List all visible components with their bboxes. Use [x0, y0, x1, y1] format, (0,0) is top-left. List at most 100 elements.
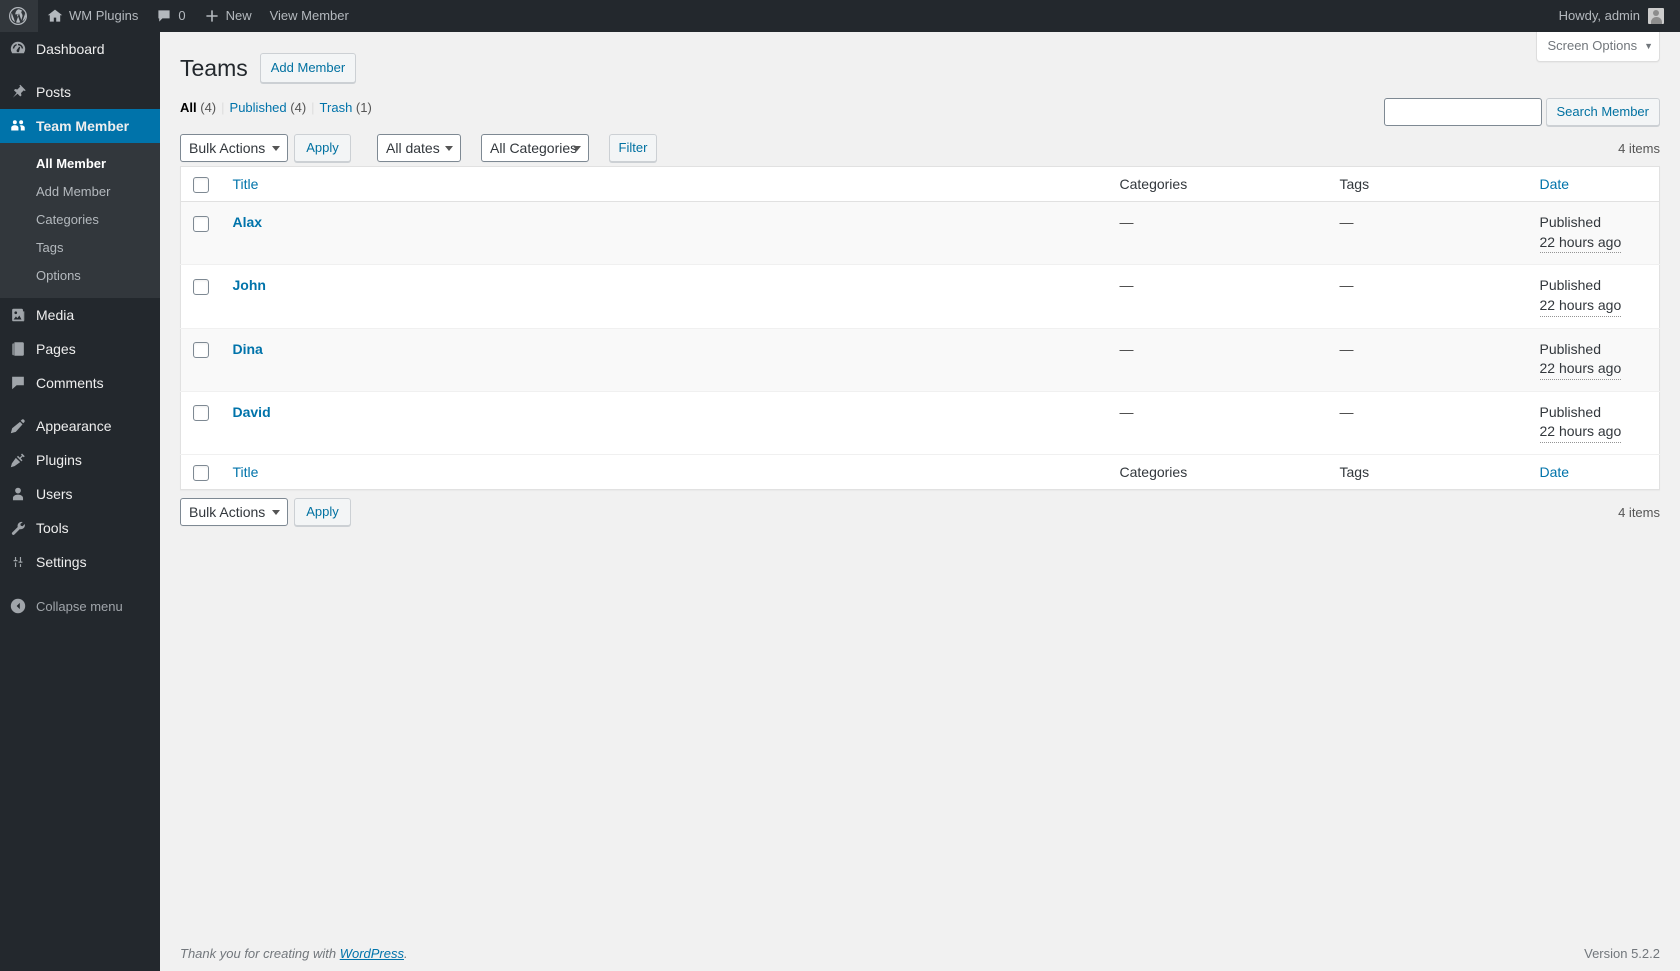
menu-separator	[0, 66, 160, 75]
sidebar-item-settings[interactable]: Settings	[0, 545, 160, 579]
submenu-item-tags[interactable]: Tags	[0, 234, 160, 262]
row-checkbox[interactable]	[193, 215, 209, 232]
row-status: Published	[1539, 340, 1602, 357]
row-categories-value: —	[1119, 277, 1134, 294]
view-divider: |	[311, 100, 315, 115]
select-all-checkbox-bottom[interactable]	[193, 465, 209, 482]
site-name-label: WM Plugins	[69, 8, 139, 23]
row-title-link[interactable]: Dina	[233, 341, 263, 357]
row-tags-cell: —	[1329, 391, 1530, 456]
row-categories-value: —	[1119, 214, 1134, 231]
row-tags-value: —	[1339, 214, 1354, 231]
sidebar-item-tools[interactable]: Tools	[0, 511, 160, 545]
row-title-link[interactable]: Alax	[233, 214, 263, 230]
column-header-title: Title	[222, 166, 1110, 203]
sort-by-date-top[interactable]: Date	[1540, 176, 1570, 192]
sidebar-item-posts[interactable]: Posts	[0, 75, 160, 109]
bulk-actions-select-top[interactable]: Bulk Actions	[180, 134, 288, 162]
table-row: Dina — — Published 22 hours ago	[180, 328, 1660, 392]
sidebar-item-team-member[interactable]: Team Member	[0, 109, 168, 143]
sidebar-item-comments[interactable]: Comments	[0, 366, 160, 400]
submenu-item-all-member[interactable]: All Member	[0, 150, 160, 178]
view-link-trash-item: Trash (1)	[320, 95, 372, 121]
category-filter-select[interactable]: All Categories	[481, 134, 589, 162]
apply-button-bottom[interactable]: Apply	[294, 498, 351, 527]
sidebar-item-plugins[interactable]: Plugins	[0, 443, 160, 477]
page-title-row: Teams Add Member	[180, 32, 1660, 87]
group-icon	[0, 117, 36, 135]
row-title-link[interactable]: David	[233, 404, 271, 420]
comments-bubble-button[interactable]: 0	[147, 0, 194, 32]
admin-content-area: Screen Options ▼ Teams Add Member All (4)…	[160, 32, 1680, 971]
sidebar-item-media[interactable]: Media	[0, 298, 160, 332]
wordpress-logo-button[interactable]	[0, 0, 38, 32]
date-filter-select[interactable]: All dates	[377, 134, 461, 162]
sidebar-item-appearance[interactable]: Appearance	[0, 409, 160, 443]
sort-by-title-top[interactable]: Title	[233, 176, 259, 192]
view-link-trash[interactable]: Trash	[320, 100, 353, 115]
row-checkbox[interactable]	[193, 341, 209, 358]
search-input[interactable]	[1383, 98, 1542, 126]
plus-icon	[204, 8, 220, 24]
collapse-menu-label: Collapse menu	[36, 598, 123, 614]
view-count-published: (4)	[290, 100, 307, 115]
submenu-item-add-member[interactable]: Add Member	[0, 178, 160, 206]
new-content-menu[interactable]: New	[195, 0, 261, 32]
sort-by-title-bottom[interactable]: Title	[233, 464, 259, 480]
wp-admin-screen: WM Plugins 0 New View Member Howdy, admi…	[0, 0, 1680, 971]
bulk-actions-value: Bulk Actions	[189, 504, 266, 521]
table-row: David — — Published 22 hours ago	[180, 391, 1660, 456]
bulk-actions-select-bottom[interactable]: Bulk Actions	[180, 498, 288, 527]
row-tags-value: —	[1339, 340, 1354, 357]
row-date-cell: Published 22 hours ago	[1529, 328, 1660, 392]
view-member-link[interactable]: View Member	[261, 0, 358, 32]
footer-thanks-prefix: Thank you for creating with	[180, 946, 340, 961]
column-footer-tags: Tags	[1329, 454, 1530, 490]
row-status: Published	[1539, 403, 1602, 420]
view-member-label: View Member	[269, 8, 349, 23]
sidebar-item-dashboard[interactable]: Dashboard	[0, 32, 160, 66]
site-name-menu[interactable]: WM Plugins	[38, 0, 147, 32]
bulk-actions-group-bottom: Bulk Actions Apply	[180, 498, 351, 527]
select-all-footer	[180, 454, 223, 490]
sidebar-item-label: Tools	[36, 520, 69, 536]
submenu-item-categories[interactable]: Categories	[0, 206, 160, 234]
sidebar-item-label: Posts	[36, 84, 72, 100]
sidebar-item-users[interactable]: Users	[0, 477, 160, 511]
user-icon	[0, 485, 36, 503]
table-header-row: Title Categories Tags Date	[180, 166, 1660, 203]
row-title-link[interactable]: John	[233, 277, 266, 293]
sidebar-item-pages[interactable]: Pages	[0, 332, 160, 366]
pages-icon	[0, 340, 36, 358]
screen-options-toggle[interactable]: Screen Options ▼	[1536, 32, 1660, 62]
my-account-menu[interactable]: Howdy, admin	[1551, 0, 1672, 32]
row-select-cell	[180, 201, 223, 266]
sort-by-date-bottom[interactable]: Date	[1540, 464, 1570, 480]
paintbrush-icon	[0, 417, 36, 435]
apply-button-top[interactable]: Apply	[294, 134, 351, 162]
row-checkbox[interactable]	[193, 405, 209, 422]
submenu-item-options[interactable]: Options	[0, 262, 160, 290]
row-select-cell	[180, 391, 223, 456]
view-divider: |	[221, 100, 225, 115]
plug-icon	[0, 451, 36, 469]
select-all-checkbox-top[interactable]	[193, 177, 209, 194]
sidebar-item-label: Appearance	[36, 418, 112, 434]
add-member-button[interactable]: Add Member	[259, 53, 357, 83]
view-link-all[interactable]: All	[180, 100, 197, 115]
view-link-published[interactable]: Published	[230, 100, 287, 115]
row-relative-date: 22 hours ago	[1539, 359, 1622, 380]
row-title-cell: Dina	[222, 328, 1110, 392]
tablenav-bottom: Bulk Actions Apply 4 items	[180, 496, 1660, 527]
row-tags-value: —	[1339, 277, 1354, 294]
search-member-button[interactable]: Search Member	[1545, 98, 1660, 126]
media-icon	[0, 306, 36, 324]
home-icon	[47, 8, 63, 24]
wordpress-link[interactable]: WordPress	[340, 946, 404, 961]
row-checkbox[interactable]	[193, 278, 209, 295]
table-head: Title Categories Tags Date	[180, 166, 1660, 203]
row-status: Published	[1539, 277, 1602, 294]
filter-button[interactable]: Filter	[609, 134, 657, 162]
collapse-menu-button[interactable]: Collapse menu	[0, 589, 160, 623]
sidebar-item-label: Comments	[36, 375, 104, 391]
